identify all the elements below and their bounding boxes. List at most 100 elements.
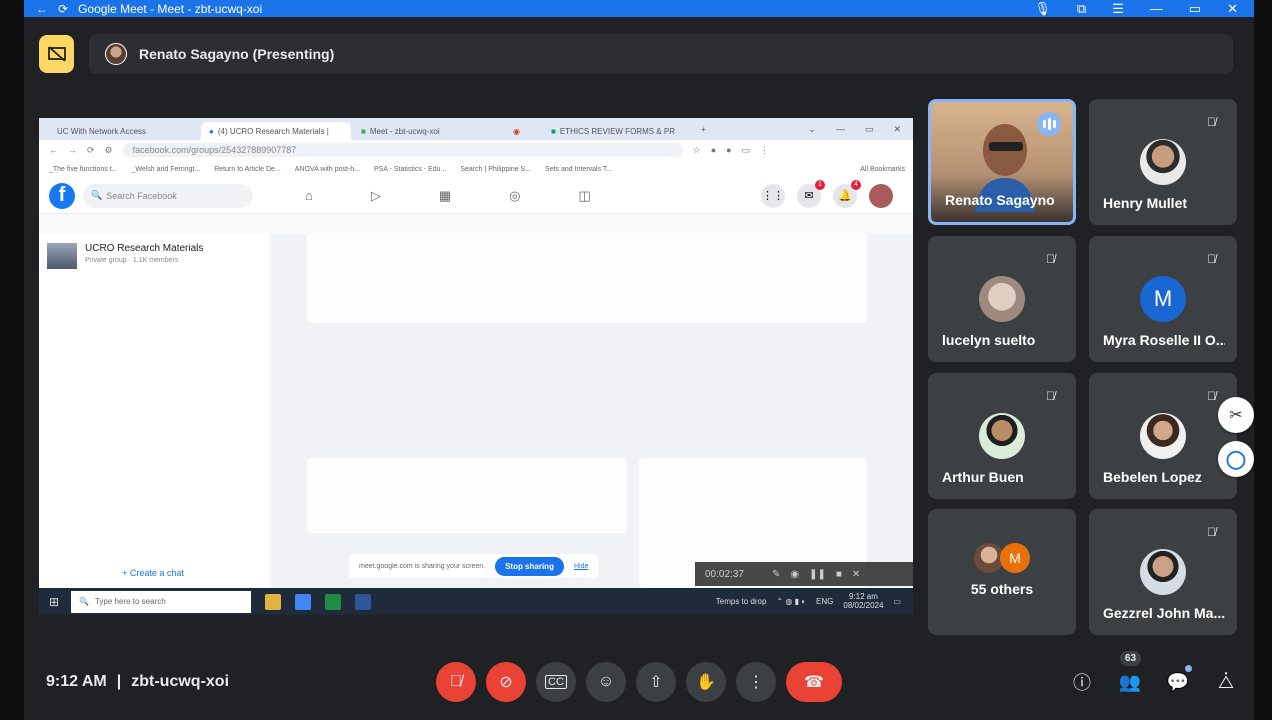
profile-avatar — [869, 183, 893, 208]
mic-off-icon: 🎙̸ — [1207, 115, 1216, 129]
participant-name: Gezzrel John Ma... — [1103, 605, 1225, 621]
captions-icon: CC — [545, 675, 567, 689]
more-options-button[interactable]: ⋮ — [736, 662, 776, 702]
presenting-banner: Renato Sagayno (Presenting) — [89, 34, 1233, 74]
present-icon: ⇧ — [649, 674, 663, 691]
window-titlebar: ← ⟳ Google Meet - Meet - zbt-ucwq-xoi 🎙 … — [24, 0, 1254, 17]
emoji-button[interactable]: ☺ — [586, 662, 626, 702]
back-arrow-icon[interactable]: ← — [36, 2, 48, 16]
chat-icon: 💬 — [1166, 671, 1190, 692]
browser-tab: UC With Network Access — [57, 126, 146, 136]
chat-button[interactable]: 💬 — [1164, 665, 1192, 697]
marketplace-icon: ▦ — [438, 187, 452, 203]
assistant-button[interactable]: ◯ — [1218, 441, 1254, 477]
end-call-button[interactable]: ☎ — [786, 662, 842, 702]
meeting-info: 9:12 AM | zbt-ucwq-xoi — [46, 673, 229, 691]
raise-hand-button[interactable]: ✋ — [686, 662, 726, 702]
restore-button[interactable]: ▭ — [1189, 1, 1201, 17]
browser-tab: ■ ETHICS REVIEW FORMS & PR — [551, 126, 675, 136]
facebook-logo-icon: f — [49, 182, 75, 209]
emoji-icon: ☺ — [597, 673, 615, 690]
participant-initial-avatar: M — [1140, 276, 1186, 322]
info-icon: ⓘ — [1073, 673, 1091, 693]
mic-toggle-button[interactable]: 🎙̸ — [436, 662, 476, 702]
mic-off-icon: 🎙̸ — [1207, 389, 1216, 403]
people-button[interactable]: 63 👥 — [1116, 651, 1144, 697]
present-button[interactable]: ⇧ — [636, 662, 676, 702]
gaming-icon: ◫ — [578, 187, 591, 203]
browser-tab: ■ Meet - zbt-ucwq-xoi — [361, 126, 440, 136]
scissors-icon: ✂ — [1229, 407, 1243, 424]
meeting-separator: | — [116, 673, 122, 690]
participant-tile-arthur[interactable]: 🎙̸ Arthur Buen — [928, 373, 1076, 499]
captions-button[interactable]: CC — [536, 662, 576, 702]
video-icon: ▷ — [370, 187, 381, 203]
pen-icon: ✎ — [771, 568, 781, 580]
participant-name: Renato Sagayno — [945, 192, 1055, 208]
participant-tile-henry[interactable]: 🎙̸ Henry Mullet — [1089, 99, 1237, 225]
meet-app: Renato Sagayno (Presenting) UC With Netw… — [24, 17, 1254, 720]
present-toggle-button[interactable] — [39, 35, 74, 73]
presenter-avatar — [105, 43, 127, 65]
facebook-header: f 🔍 Search Facebook ⌂ ▷ ▦ ◎ ◫ ⋮⋮ ✉ 1 🔔 4 — [39, 178, 913, 214]
raise-hand-icon: ✋ — [696, 674, 716, 691]
taskbar-date: 08/02/2024 — [843, 600, 884, 610]
participant-name: lucelyn suelto — [942, 332, 1036, 348]
camera-off-icon: ⊘ — [499, 674, 513, 691]
camera-toggle-button[interactable]: ⊘ — [486, 662, 526, 702]
mic-off-icon: 🎙̸ — [1046, 252, 1055, 266]
home-icon: ⌂ — [305, 187, 313, 203]
facebook-search: 🔍 Search Facebook — [83, 183, 253, 208]
participant-tile-bebelen[interactable]: 🎙̸ Bebelen Lopez — [1089, 373, 1237, 499]
participant-tile-others[interactable]: M 55 others — [928, 509, 1076, 635]
right-frame — [1254, 0, 1272, 720]
browser-window-controls: ⌄ — ▭ ✕ — [808, 123, 901, 134]
participant-avatar — [1140, 139, 1186, 185]
create-chat: + Create a chat — [122, 568, 184, 578]
mic-off-icon: 🎙̸ — [1207, 252, 1216, 266]
file-explorer-icon — [265, 593, 281, 610]
menu-grid-icon: ⋮⋮ — [761, 183, 785, 208]
activities-button[interactable]: ⧊ — [1212, 667, 1240, 697]
browser-tabs: UC With Network Access ● (4) UCRO Researc… — [39, 118, 913, 140]
group-meta: Private group · 1.1K members — [85, 257, 179, 264]
participant-name: Henry Mullet — [1103, 195, 1188, 211]
window-title: Google Meet - Meet - zbt-ucwq-xoi — [78, 1, 263, 16]
people-count-badge: 63 — [1120, 651, 1142, 666]
menu-icon[interactable]: ☰ — [1112, 1, 1124, 17]
participant-tile-lucelyn[interactable]: 🎙̸ lucelyn suelto — [928, 236, 1076, 362]
assistant-icon: ◯ — [1225, 448, 1247, 469]
refresh-icon[interactable]: ⟳ — [58, 2, 68, 16]
recording-timer: 00:02:37 — [705, 568, 744, 580]
minimize-button[interactable]: — — [1150, 1, 1163, 17]
facebook-sidebar: UCRO Research Materials Private group · … — [39, 233, 269, 588]
taskbar-weather: Temps to drop — [715, 597, 767, 606]
participant-tile-myra[interactable]: 🎙̸ M Myra Roselle II O... — [1089, 236, 1237, 362]
mic-icon[interactable]: 🎙 — [1034, 1, 1051, 17]
taskbar-time: 9:12 am — [848, 591, 878, 601]
stop-sharing-button: Stop sharing — [495, 556, 564, 576]
bookmarks-bar: _The five functions t... _Welsh and Ferr… — [39, 160, 913, 178]
others-avatars: M — [974, 543, 1030, 573]
participant-tile-gezzrel[interactable]: 🎙̸ Gezzrel John Ma... — [1089, 509, 1237, 635]
windows-start-icon: ⊞ — [49, 594, 60, 609]
group-header: UCRO Research Materials Private group · … — [39, 233, 269, 279]
new-tab-icon: + — [701, 124, 706, 134]
chrome-icon — [295, 593, 311, 610]
browser-tab-active: ● (4) UCRO Research Materials | — [201, 122, 351, 140]
messenger-icon: ✉ 1 — [797, 179, 825, 208]
pause-icon: ❚❚ — [809, 568, 826, 580]
end-call-icon: ☎ — [804, 674, 824, 691]
facebook-main-blurred — [271, 233, 913, 588]
close-window-button[interactable]: ✕ — [1227, 1, 1238, 17]
meeting-details-button[interactable]: ⓘ — [1068, 667, 1096, 697]
present-off-icon — [47, 46, 66, 62]
hide-link: Hide — [573, 562, 589, 570]
scissors-tool-button[interactable]: ✂ — [1218, 397, 1254, 433]
close-icon: ✕ — [851, 568, 861, 580]
excel-icon — [325, 593, 341, 610]
participant-tile-renato[interactable]: Renato Sagayno — [928, 99, 1076, 225]
browser-address-bar: ← → ⟳ ⚙ facebook.com/groups/254327889907787… — [39, 140, 913, 160]
extension-icon[interactable]: ⧉ — [1077, 1, 1086, 17]
activities-icon: ⧊ — [1217, 671, 1235, 692]
